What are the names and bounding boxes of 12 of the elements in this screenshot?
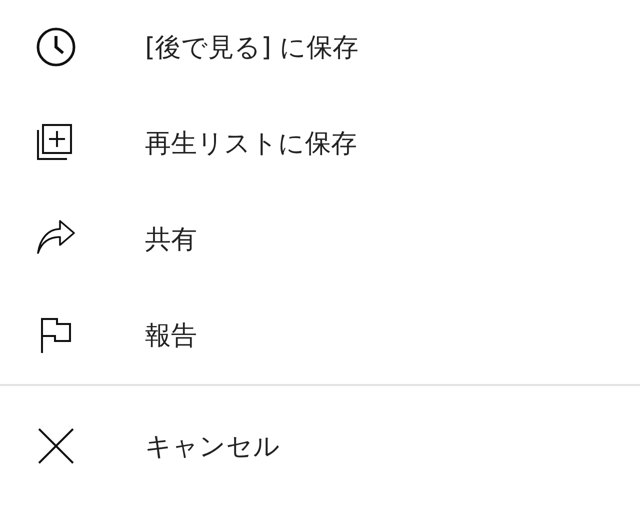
clock-icon — [36, 27, 76, 67]
cancel-item[interactable]: キャンセル — [0, 386, 640, 506]
cancel-label: キャンセル — [145, 430, 280, 464]
menu-item-label: 報告 — [145, 320, 197, 352]
menu-item[interactable]: 報告 — [0, 287, 640, 383]
menu-item-label: [後で見る] に保存 — [145, 32, 359, 64]
close-icon — [36, 426, 76, 466]
menu-item[interactable]: 再生リストに保存 — [0, 95, 640, 191]
menu-item-label: 再生リストに保存 — [145, 128, 357, 160]
menu-item-label: 共有 — [145, 224, 197, 256]
menu-item[interactable]: 共有 — [0, 191, 640, 287]
menu-item[interactable]: [後で見る] に保存 — [0, 0, 640, 95]
